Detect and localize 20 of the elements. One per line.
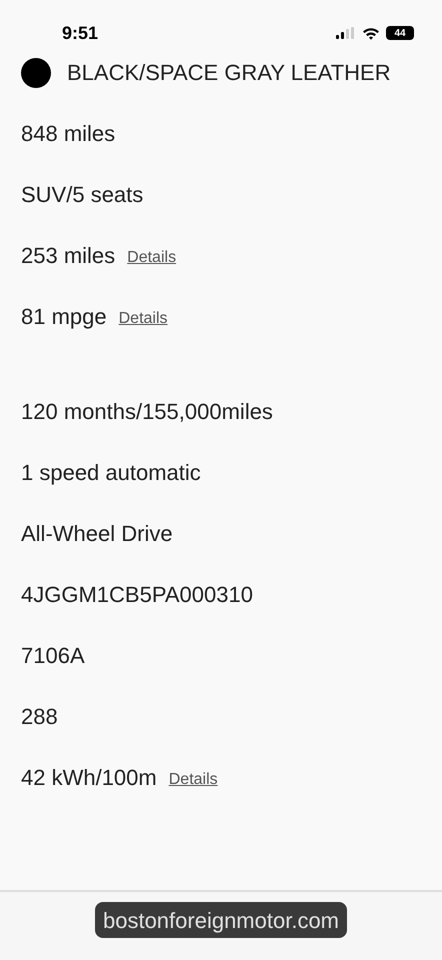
value-text: 7106A <box>21 642 85 670</box>
value-text: SUV/5 seats <box>21 181 144 209</box>
battery-icon: 44 <box>386 26 414 40</box>
value-text: 253 miles <box>21 242 116 270</box>
details-link[interactable]: Details <box>127 246 176 270</box>
signal-icon <box>336 27 356 39</box>
value-text: All-Wheel Drive <box>21 520 173 548</box>
value-text: 42 kWh/100m <box>21 764 157 792</box>
value-text: 81 mpge <box>21 303 107 331</box>
value-text: 120 months/155,000miles <box>21 398 273 426</box>
value-text: 288 <box>21 703 58 731</box>
value-text: 4JGGM1CB5PA000310 <box>21 581 253 609</box>
value-text: 1 speed automatic <box>21 459 201 487</box>
url-text[interactable]: bostonforeignmotor.com <box>94 902 348 938</box>
status-time: 9:51 <box>62 22 98 44</box>
value-text: BLACK/SPACE GRAY LEATHER <box>67 59 391 87</box>
wifi-icon <box>362 26 380 40</box>
details-link[interactable]: Details <box>168 768 218 792</box>
details-link[interactable]: Details <box>118 306 168 330</box>
value-text: 848 miles <box>21 120 116 148</box>
